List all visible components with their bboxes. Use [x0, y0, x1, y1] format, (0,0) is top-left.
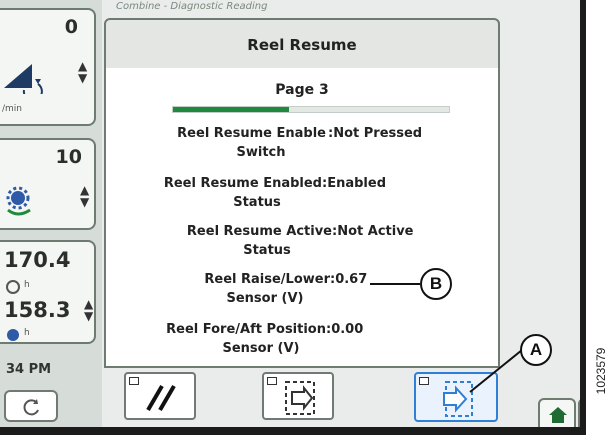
callout-leaders	[370, 283, 523, 393]
display-screen: 0 ▲ ▼ /min 10 ▲ ▼ 170.4 h 158.3 ▲ ▼ h 34…	[0, 0, 580, 427]
callout-b: B	[420, 268, 452, 300]
figure-number: 1023579	[586, 326, 616, 416]
figure-number-text: 1023579	[594, 347, 608, 395]
callout-a: A	[520, 334, 552, 366]
display-bezel: 0 ▲ ▼ /min 10 ▲ ▼ 170.4 h 158.3 ▲ ▼ h 34…	[0, 0, 586, 435]
